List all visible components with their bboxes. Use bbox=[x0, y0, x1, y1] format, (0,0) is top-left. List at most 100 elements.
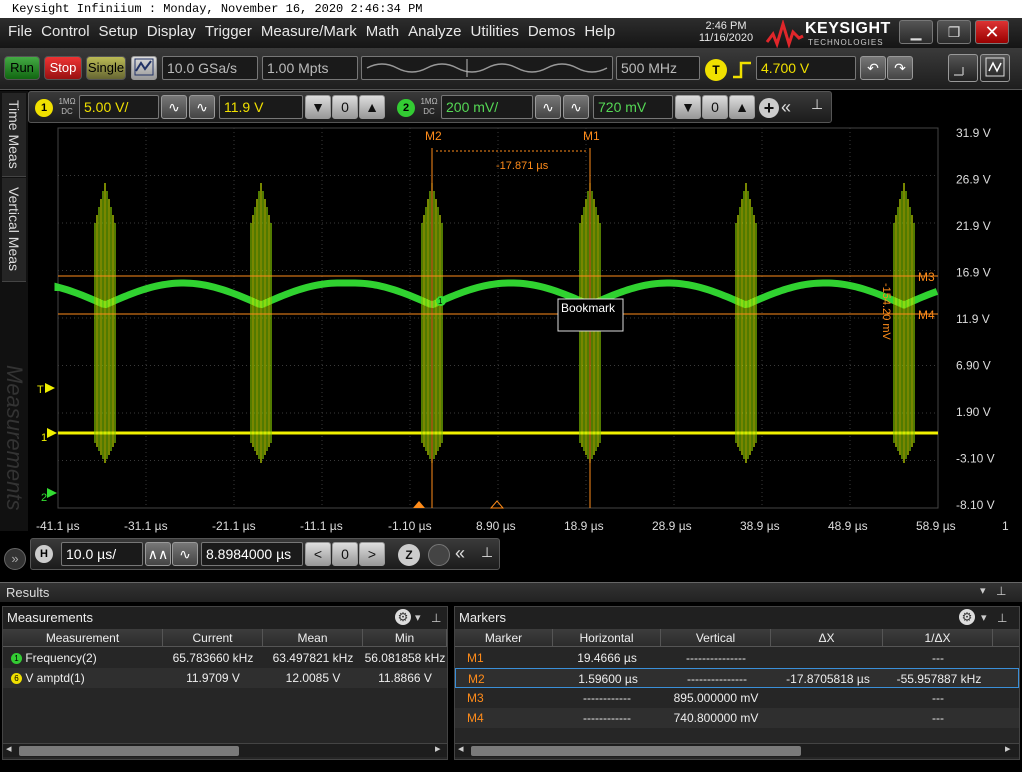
table-row[interactable]: 1 Frequency(2) 65.783660 kHz 63.497821 k… bbox=[3, 648, 447, 668]
results-dropdown-icon[interactable]: ▾ bbox=[980, 584, 986, 597]
overview-waveform bbox=[366, 59, 608, 77]
waveform-display[interactable]: 31.9 V 26.9 V 21.9 V 16.9 V 11.9 V 6.90 V 1.90… bbox=[28, 123, 1022, 533]
menu-help[interactable]: Help bbox=[584, 23, 615, 40]
ch2-badge[interactable]: 2 bbox=[397, 99, 415, 117]
ch1-scale-field[interactable]: 5.00 V/ bbox=[79, 95, 159, 119]
ch2-offset-up-button[interactable]: ▲ bbox=[729, 95, 755, 119]
col-current[interactable]: Current bbox=[163, 629, 263, 646]
ch2-offset-field[interactable]: 720 mV bbox=[593, 95, 673, 119]
trigger-level-field[interactable]: 4.700 V bbox=[756, 56, 856, 80]
single-button[interactable]: Single bbox=[86, 56, 126, 80]
ch1-offset-field[interactable]: 11.9 V bbox=[219, 95, 303, 119]
table-row[interactable]: M1 19.4666 µs --------------- --- bbox=[455, 648, 1019, 668]
trigger-badge[interactable]: T bbox=[705, 59, 727, 81]
menu-demos[interactable]: Demos bbox=[528, 23, 576, 40]
expand-icon[interactable]: » bbox=[4, 548, 26, 570]
table-row[interactable]: 6 V amptd(1) 11.9709 V 12.0085 V 11.8866… bbox=[3, 668, 447, 688]
scroll-right-icon[interactable]: ▸ bbox=[435, 742, 441, 755]
col-mean[interactable]: Mean bbox=[263, 629, 363, 646]
ch1-scale-up-button[interactable]: ∿ bbox=[189, 95, 215, 119]
redo-button[interactable]: ↷ bbox=[887, 56, 913, 80]
ch1-offset-zero-button[interactable]: 0 bbox=[332, 95, 358, 119]
ch1-offset-up-button[interactable]: ▲ bbox=[359, 95, 385, 119]
col-measurement[interactable]: Measurement bbox=[3, 629, 163, 646]
ch1-waveform-badge-text: 1 bbox=[438, 297, 443, 306]
grid-layout-button[interactable] bbox=[948, 54, 978, 82]
touch-mode-button[interactable] bbox=[980, 54, 1010, 82]
add-channel-icon[interactable]: + bbox=[759, 98, 779, 118]
menu-setup[interactable]: Setup bbox=[99, 23, 138, 40]
time-scale-up-button[interactable]: ∿ bbox=[172, 542, 198, 566]
ch2-scale-field[interactable]: 200 mV/ bbox=[441, 95, 533, 119]
scroll-right-icon[interactable]: ▸ bbox=[1005, 742, 1011, 755]
col-delta-x[interactable]: ΔX bbox=[771, 629, 883, 646]
ch1-offset-down-button[interactable]: ▼ bbox=[305, 95, 331, 119]
ch2-scale-down-button[interactable]: ∿ bbox=[535, 95, 561, 119]
time-position-zero-button[interactable]: 0 bbox=[332, 542, 358, 566]
rising-edge-icon[interactable] bbox=[731, 59, 753, 81]
menu-math[interactable]: Math bbox=[366, 23, 399, 40]
ch2-scale-up-button[interactable]: ∿ bbox=[563, 95, 589, 119]
col-horizontal[interactable]: Horizontal bbox=[553, 629, 661, 646]
gear-icon[interactable]: ⚙ bbox=[395, 609, 411, 625]
ch1-badge[interactable]: 1 bbox=[35, 99, 53, 117]
measurements-scrollbar[interactable]: ◂ ▸ bbox=[3, 743, 447, 757]
scroll-left-icon[interactable]: ◂ bbox=[6, 742, 12, 755]
dropdown-icon[interactable]: ▾ bbox=[981, 607, 987, 629]
menu-measure-mark[interactable]: Measure/Mark bbox=[261, 23, 357, 40]
tab-time-meas[interactable]: Time Meas bbox=[2, 93, 26, 177]
pin-icon[interactable]: ⊥ bbox=[997, 607, 1007, 629]
ch1-scale-down-button[interactable]: ∿ bbox=[161, 95, 187, 119]
scroll-thumb[interactable] bbox=[471, 746, 801, 756]
time-position-left-button[interactable]: < bbox=[305, 542, 331, 566]
close-button[interactable]: ✕ bbox=[975, 20, 1009, 44]
time-position-right-button[interactable]: > bbox=[359, 542, 385, 566]
results-pin-icon[interactable]: ⊥ bbox=[996, 584, 1006, 598]
gated-zoom-icon[interactable] bbox=[428, 544, 450, 566]
dropdown-icon[interactable]: ▾ bbox=[415, 607, 421, 629]
col-inverse-delta-x[interactable]: 1/ΔX bbox=[883, 629, 993, 646]
gear-icon[interactable]: ⚙ bbox=[959, 609, 975, 625]
ch2-offset-zero-button[interactable]: 0 bbox=[702, 95, 728, 119]
bandwidth-field[interactable]: 500 MHz bbox=[616, 56, 700, 80]
run-button[interactable]: Run bbox=[4, 56, 40, 80]
col-marker[interactable]: Marker bbox=[455, 629, 553, 646]
pin-icon[interactable]: ⊥ bbox=[431, 607, 441, 629]
y-tick-label: 21.9 V bbox=[956, 219, 991, 233]
m4-label: M4 bbox=[918, 308, 935, 322]
restore-button[interactable]: ❐ bbox=[937, 20, 971, 44]
menu-file[interactable]: File bbox=[8, 23, 32, 40]
tab-vertical-meas[interactable]: Vertical Meas bbox=[2, 178, 26, 282]
time-scale-field[interactable]: 10.0 µs/ bbox=[61, 542, 143, 566]
menu-control[interactable]: Control bbox=[41, 23, 89, 40]
collapse-left-icon[interactable]: « bbox=[781, 97, 791, 118]
table-row-selected[interactable]: M2 1.59600 µs --------------- -17.870581… bbox=[455, 668, 1019, 688]
zoom-icon[interactable]: Z bbox=[398, 544, 420, 566]
minimize-button[interactable]: ▁ bbox=[899, 20, 933, 44]
collapse-left-icon[interactable]: « bbox=[455, 543, 465, 564]
stop-button[interactable]: Stop bbox=[44, 56, 82, 80]
autoscale-button[interactable] bbox=[131, 56, 157, 80]
menu-analyze[interactable]: Analyze bbox=[408, 23, 461, 40]
menu-utilities[interactable]: Utilities bbox=[470, 23, 518, 40]
time-scale-down-button[interactable]: ∧∧ bbox=[145, 542, 171, 566]
table-row[interactable]: M4 ------------ 740.800000 mV --- bbox=[455, 708, 1019, 728]
menu-display[interactable]: Display bbox=[147, 23, 196, 40]
x-tick-label: 48.9 µs bbox=[828, 519, 868, 533]
menu-trigger[interactable]: Trigger bbox=[205, 23, 252, 40]
sample-rate-field[interactable]: 10.0 GSa/s bbox=[162, 56, 258, 80]
horizontal-badge[interactable]: H bbox=[35, 545, 53, 563]
pin-icon[interactable]: ⊥ bbox=[811, 96, 823, 113]
scroll-left-icon[interactable]: ◂ bbox=[458, 742, 464, 755]
pin-icon[interactable]: ⊥ bbox=[481, 544, 493, 561]
time-position-field[interactable]: 8.8984000 µs bbox=[201, 542, 303, 566]
undo-button[interactable]: ↶ bbox=[860, 56, 886, 80]
ch2-offset-down-button[interactable]: ▼ bbox=[675, 95, 701, 119]
col-vertical[interactable]: Vertical bbox=[661, 629, 771, 646]
markers-scrollbar[interactable]: ◂ ▸ bbox=[455, 743, 1019, 757]
table-row[interactable]: M3 ------------ 895.000000 mV --- bbox=[455, 688, 1019, 708]
memory-depth-field[interactable]: 1.00 Mpts bbox=[262, 56, 358, 80]
scroll-thumb[interactable] bbox=[19, 746, 239, 756]
col-min[interactable]: Min bbox=[363, 629, 447, 646]
m1-label: M1 bbox=[583, 129, 600, 143]
